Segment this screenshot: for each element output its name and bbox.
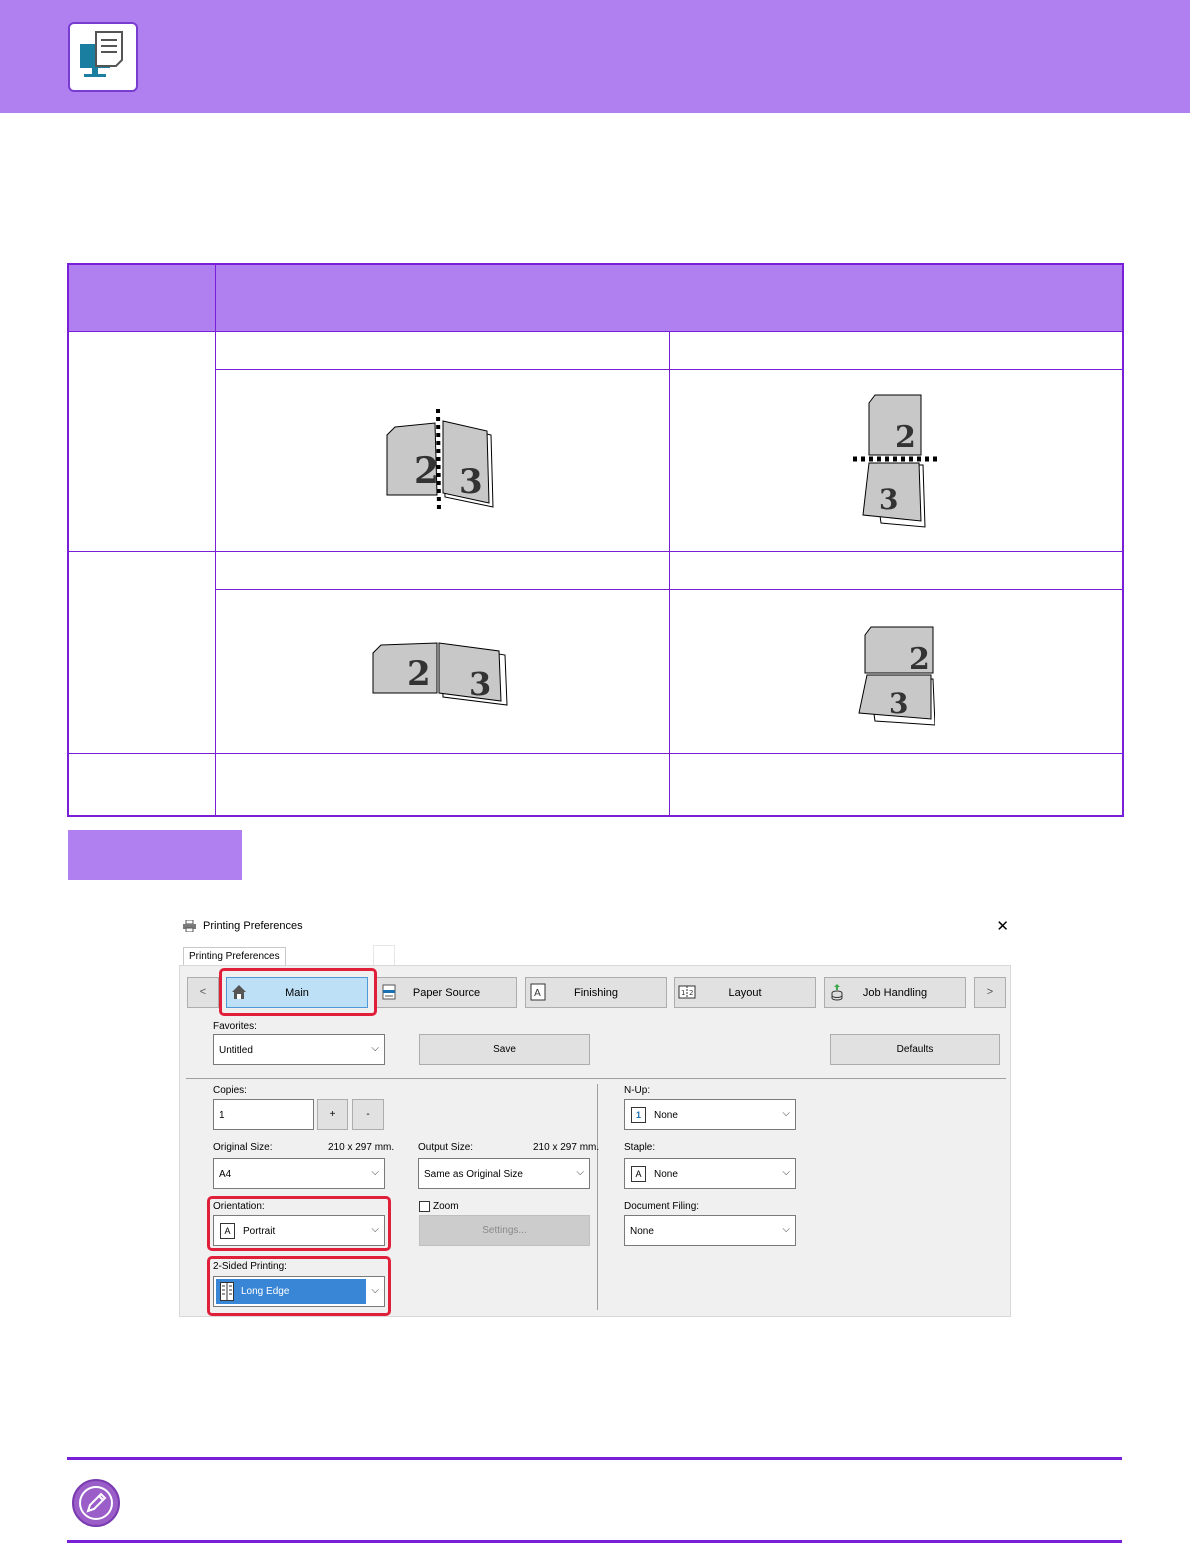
zoom-label: Zoom <box>433 1201 459 1212</box>
portrait-long-edge-illustration: 2 3 <box>386 408 494 514</box>
landscape-short-edge-illustration: 2 3 <box>858 626 935 726</box>
svg-text:2: 2 <box>407 654 431 694</box>
staple-select[interactable]: A None ⌵ <box>624 1158 796 1189</box>
main-tab-highlight <box>219 968 377 1016</box>
copies-minus-button[interactable]: - <box>352 1099 384 1130</box>
table-divider <box>69 331 1122 332</box>
original-size-label: Original Size: <box>213 1142 273 1153</box>
defaults-button[interactable]: Defaults <box>830 1034 1000 1065</box>
tab-blank <box>373 945 395 966</box>
chevron-down-icon: ⌵ <box>371 1043 379 1054</box>
table-divider <box>215 589 1122 590</box>
n-up-label: N-Up: <box>624 1085 651 1096</box>
staple-label: Staple: <box>624 1142 656 1153</box>
output-size-select[interactable]: Same as Original Size ⌵ <box>418 1158 590 1189</box>
favorites-value: Untitled <box>219 1045 253 1056</box>
svg-text:3: 3 <box>459 462 483 502</box>
tab-layout-label: Layout <box>728 987 762 999</box>
svg-text:2: 2 <box>414 450 439 492</box>
tab-finishing-label: Finishing <box>573 987 619 999</box>
favorites-label: Favorites: <box>213 1021 257 1032</box>
orientation-highlight <box>207 1196 391 1251</box>
chevron-down-icon: ⌵ <box>371 1167 379 1178</box>
section-tag <box>68 830 242 880</box>
output-size-value: Same as Original Size <box>424 1169 523 1180</box>
nav-prev-button[interactable]: < <box>187 977 219 1008</box>
note-bottom-rule <box>67 1540 1122 1543</box>
chevron-down-icon: ⌵ <box>782 1167 790 1178</box>
table-header-row <box>69 265 1122 331</box>
staple-icon: A <box>631 1166 646 1182</box>
n-up-select[interactable]: 1 None ⌵ <box>624 1099 796 1130</box>
n-up-icon: 1 <box>631 1107 646 1123</box>
svg-text:2: 2 <box>909 642 930 677</box>
staple-value: None <box>654 1169 678 1180</box>
table-divider <box>669 331 670 815</box>
document-filing-select[interactable]: None ⌵ <box>624 1215 796 1246</box>
header-band <box>0 0 1190 113</box>
document-filing-label: Document Filing: <box>624 1201 700 1212</box>
save-button[interactable]: Save <box>419 1034 590 1065</box>
copies-input[interactable]: 1 <box>213 1099 314 1130</box>
svg-text:3: 3 <box>879 483 898 516</box>
two-sided-highlight <box>207 1256 391 1316</box>
landscape-long-edge-illustration: 2 3 <box>372 642 508 706</box>
output-size-label: Output Size: <box>418 1142 474 1153</box>
document-filing-value: None <box>630 1226 654 1237</box>
svg-text:3: 3 <box>889 687 908 720</box>
pencil-icon <box>72 1479 120 1527</box>
zoom-settings-button[interactable]: Settings... <box>419 1215 590 1246</box>
divider <box>186 1078 1006 1079</box>
computer-print-icon <box>68 22 138 92</box>
table-divider <box>215 265 216 815</box>
close-icon[interactable]: ✕ <box>996 917 1009 935</box>
printer-icon <box>183 920 196 932</box>
tab-job-handling-label: Job Handling <box>862 987 928 999</box>
table-divider <box>69 753 1122 754</box>
table-divider <box>69 551 1122 552</box>
n-up-value: None <box>654 1110 678 1121</box>
preferences-panel: < Main Paper Source A Finishing 1 2 Layo… <box>179 965 1011 1317</box>
output-size-dims: 210 x 297 mm. <box>533 1142 600 1153</box>
copies-label: Copies: <box>213 1085 247 1096</box>
original-size-select[interactable]: A4 ⌵ <box>213 1158 385 1189</box>
tab-paper-source[interactable]: Paper Source <box>376 977 517 1008</box>
svg-text:2: 2 <box>895 420 916 455</box>
tab-paper-source-label: Paper Source <box>412 987 481 999</box>
tab-printing-preferences[interactable]: Printing Preferences <box>183 947 286 966</box>
tab-layout[interactable]: 1 2 Layout <box>674 977 816 1008</box>
original-size-value: A4 <box>219 1169 232 1180</box>
tab-job-handling[interactable]: Job Handling <box>824 977 966 1008</box>
dialog-title: Printing Preferences <box>203 920 303 932</box>
original-size-dims: 210 x 297 mm. <box>328 1142 395 1153</box>
nav-next-button[interactable]: > <box>974 977 1006 1008</box>
printing-preferences-dialog: Printing Preferences ✕ Printing Preferen… <box>175 911 1018 1317</box>
favorites-select[interactable]: Untitled ⌵ <box>213 1034 385 1065</box>
svg-text:3: 3 <box>469 665 491 703</box>
copies-plus-button[interactable]: + <box>317 1099 348 1130</box>
binding-table: 2 3 2 3 2 3 2 3 <box>67 263 1124 817</box>
table-divider <box>215 369 1122 370</box>
tab-finishing[interactable]: A Finishing <box>525 977 667 1008</box>
chevron-down-icon: ⌵ <box>782 1224 790 1235</box>
zoom-checkbox[interactable] <box>419 1201 430 1212</box>
chevron-down-icon: ⌵ <box>782 1108 790 1119</box>
portrait-short-edge-illustration: 2 3 <box>853 394 937 528</box>
note-top-rule <box>67 1457 1122 1460</box>
chevron-down-icon: ⌵ <box>576 1167 584 1178</box>
divider <box>597 1084 598 1310</box>
